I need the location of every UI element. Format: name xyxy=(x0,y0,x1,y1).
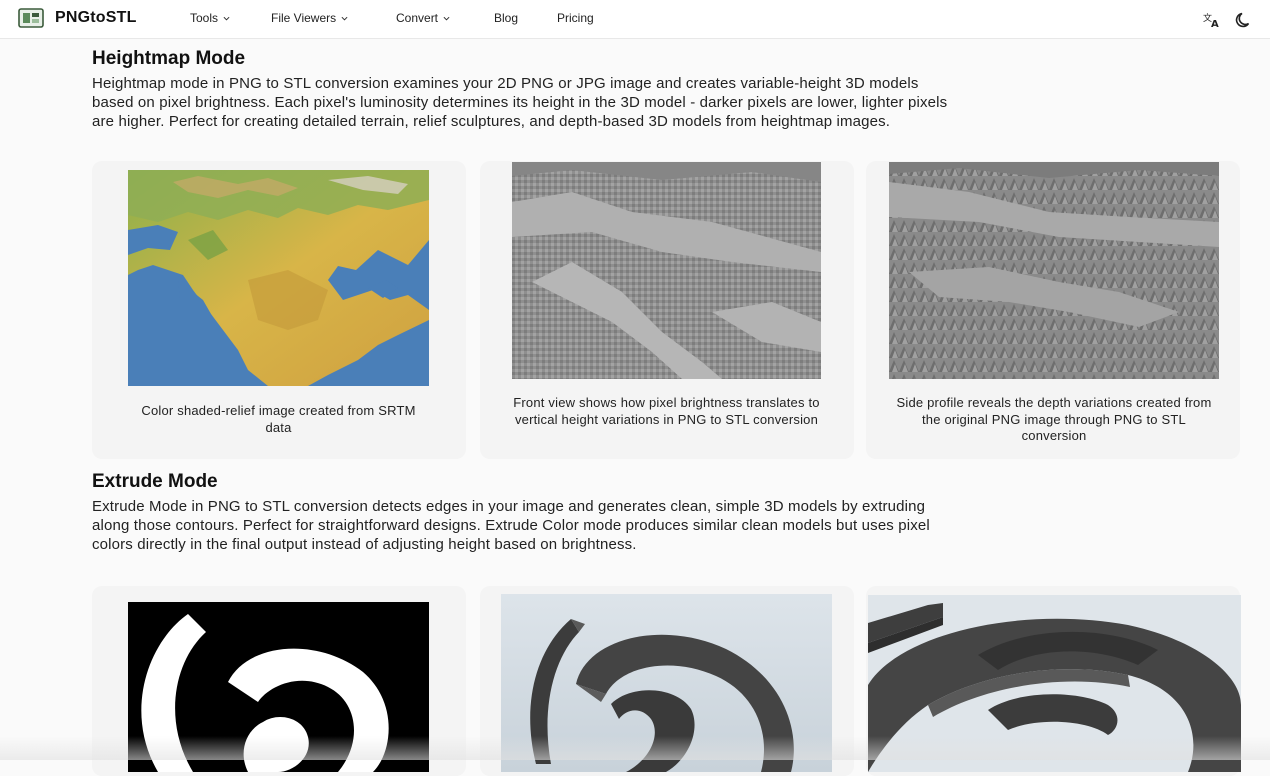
caption-srtm: Color shaded-relief image created from S… xyxy=(128,403,429,436)
caption-side-view: Side profile reveals the depth variation… xyxy=(889,395,1219,445)
nav-convert-label: Convert xyxy=(396,11,438,25)
logo-icon xyxy=(18,8,44,28)
heightmap-description: Heightmap mode in PNG to STL conversion … xyxy=(92,74,952,131)
top-nav: PNGtoSTL Tools File Viewers Convert Blog… xyxy=(0,0,1270,39)
nav-file-viewers-label: File Viewers xyxy=(271,11,336,25)
srtm-relief-image xyxy=(128,170,429,386)
chevron-down-icon xyxy=(341,15,348,22)
dark-mode-icon[interactable] xyxy=(1234,10,1254,30)
nav-pricing-label: Pricing xyxy=(557,11,594,25)
bottom-fade xyxy=(0,736,1270,760)
svg-text:A: A xyxy=(1211,19,1219,30)
nav-file-viewers[interactable]: File Viewers xyxy=(271,11,348,25)
chevron-down-icon xyxy=(223,15,230,22)
nav-convert[interactable]: Convert xyxy=(396,11,450,25)
extrude-title: Extrude Mode xyxy=(92,471,218,493)
nav-tools[interactable]: Tools xyxy=(190,11,230,25)
heightmap-front-view-image xyxy=(512,162,821,379)
heightmap-side-view-image xyxy=(889,162,1219,379)
nav-blog[interactable]: Blog xyxy=(494,11,518,25)
brand-name: PNGtoSTL xyxy=(55,9,137,27)
chevron-down-icon xyxy=(443,15,450,22)
translate-icon[interactable]: 文 A xyxy=(1202,10,1222,30)
nav-tools-label: Tools xyxy=(190,11,218,25)
caption-front-view: Front view shows how pixel brightness tr… xyxy=(512,395,821,428)
extrude-description: Extrude Mode in PNG to STL conversion de… xyxy=(92,497,932,554)
nav-blog-label: Blog xyxy=(494,11,518,25)
nav-pricing[interactable]: Pricing xyxy=(557,11,594,25)
heightmap-title: Heightmap Mode xyxy=(92,48,245,70)
brand-logo[interactable]: PNGtoSTL xyxy=(18,8,137,28)
